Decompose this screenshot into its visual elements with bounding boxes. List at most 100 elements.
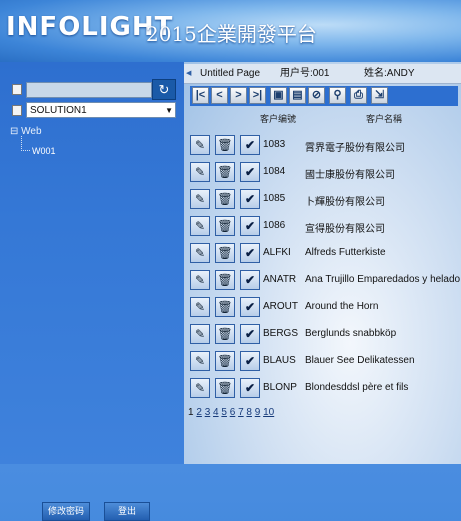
page-link[interactable]: 5 (221, 407, 227, 418)
page-link[interactable]: 3 (205, 407, 211, 418)
main-panel: ◀ Untitled Page 用户号:001 姓名:ANDY |< < > >… (184, 62, 461, 464)
trash-icon[interactable]: 🗑 (215, 378, 235, 398)
customer-id: ALFKI (263, 247, 291, 258)
column-header-name[interactable]: 客户名稱 (366, 112, 402, 125)
collapse-arrow-icon[interactable]: ◀ (186, 64, 191, 83)
cancel-icon[interactable]: ⊘ (308, 87, 325, 104)
edit-pencil-icon[interactable]: ✎ (190, 189, 210, 209)
solution-select[interactable]: SOLUTION1 ▼ (26, 102, 176, 118)
refresh-button[interactable]: ↻ (152, 79, 176, 100)
info-bar: ◀ Untitled Page 用户号:001 姓名:ANDY (184, 64, 461, 84)
edit-pencil-icon[interactable]: ✎ (190, 216, 210, 236)
table-row: ✎ 🗑 ✔ BLAUS Blauer See Delikatessen (190, 350, 452, 373)
refresh-arrow-icon: ↻ (158, 82, 170, 97)
edit-pencil-icon[interactable]: ✎ (190, 162, 210, 182)
solution-value: SOLUTION1 (30, 105, 87, 116)
customer-name: Alfreds Futterkiste (305, 247, 386, 258)
page-link[interactable]: 7 (238, 407, 244, 418)
trash-icon[interactable]: 🗑 (215, 216, 235, 236)
navigator-toolbar: |< < > >| ▣ ▤ ⊘ ⚲ ⎙ ⇲ (190, 86, 458, 106)
pager: 1 2 3 4 5 6 7 8 9 10 (188, 407, 274, 418)
customer-name: Blondesddsl père et fils (305, 382, 409, 393)
customer-id: 1085 (263, 193, 286, 204)
table-row: ✎ 🗑 ✔ BLONP Blondesddsl père et fils (190, 377, 452, 400)
edit-pencil-icon[interactable]: ✎ (190, 135, 210, 155)
calendar-icon (12, 84, 22, 95)
trash-icon[interactable]: 🗑 (215, 189, 235, 209)
sidebar: ↻ SOLUTION1 ▼ ⊟ Web W001 修改密码 登出 (0, 62, 184, 521)
sidebar-input[interactable] (26, 82, 152, 98)
table-row: ✎ 🗑 ✔ 1086 宣得股份有限公司 (190, 215, 452, 238)
change-password-button[interactable]: 修改密码 (42, 502, 90, 521)
last-icon[interactable]: >| (249, 87, 266, 104)
customer-name: Ana Trujillo Emparedados y helados (305, 274, 460, 285)
table-row: ✎ 🗑 ✔ AROUT Around the Horn (190, 296, 452, 319)
customer-name: 卜輝股份有限公司 (305, 197, 385, 208)
edit-pencil-icon[interactable]: ✎ (190, 378, 210, 398)
trash-icon[interactable]: 🗑 (215, 297, 235, 317)
customer-id: AROUT (263, 301, 298, 312)
customer-id: 1086 (263, 220, 286, 231)
customer-id: BERGS (263, 328, 299, 339)
table-row: ✎ 🗑 ✔ BERGS Berglunds snabbköp (190, 323, 452, 346)
checkmark-icon[interactable]: ✔ (240, 243, 260, 263)
tree-node-w001[interactable]: W001 (32, 146, 56, 156)
trash-icon[interactable]: 🗑 (215, 162, 235, 182)
customer-name: 霄界電子股份有限公司 (305, 143, 405, 154)
trash-icon[interactable]: 🗑 (215, 351, 235, 371)
customer-name: Around the Horn (305, 301, 379, 312)
open-icon[interactable]: ▣ (270, 87, 287, 104)
customer-name: Blauer See Delikatessen (305, 355, 415, 366)
table-row: ✎ 🗑 ✔ ALFKI Alfreds Futterkiste (190, 242, 452, 265)
page-link[interactable]: 10 (263, 407, 274, 418)
checkmark-icon[interactable]: ✔ (240, 135, 260, 155)
page-link[interactable]: 4 (213, 407, 219, 418)
customer-id: BLONP (263, 382, 297, 393)
page-link[interactable]: 1 (188, 407, 194, 418)
checkmark-icon[interactable]: ✔ (240, 324, 260, 344)
user-name: 姓名:ANDY (364, 68, 415, 79)
page-link[interactable]: 9 (255, 407, 261, 418)
search-icon[interactable]: ⚲ (329, 87, 346, 104)
checkmark-icon[interactable]: ✔ (240, 216, 260, 236)
customer-id: BLAUS (263, 355, 296, 366)
checkmark-icon[interactable]: ✔ (240, 162, 260, 182)
trash-icon[interactable]: 🗑 (215, 324, 235, 344)
page-name: Untitled Page (200, 68, 261, 79)
customer-id: 1083 (263, 139, 286, 150)
page-link[interactable]: 8 (246, 407, 252, 418)
next-icon[interactable]: > (230, 87, 247, 104)
edit-pencil-icon[interactable]: ✎ (190, 324, 210, 344)
export-icon[interactable]: ⇲ (371, 87, 388, 104)
header-banner: INFOLIGHT 2015企業開發平台 (0, 0, 461, 62)
edit-pencil-icon[interactable]: ✎ (190, 243, 210, 263)
page-link[interactable]: 6 (230, 407, 236, 418)
trash-icon[interactable]: 🗑 (215, 135, 235, 155)
user-id: 用户号:001 (280, 68, 330, 79)
customer-name: 國士康股份有限公司 (305, 170, 395, 181)
trash-icon[interactable]: 🗑 (215, 243, 235, 263)
edit-pencil-icon[interactable]: ✎ (190, 297, 210, 317)
checkmark-icon[interactable]: ✔ (240, 351, 260, 371)
checkmark-icon[interactable]: ✔ (240, 270, 260, 290)
customer-name: 宣得股份有限公司 (305, 224, 385, 235)
customer-id: 1084 (263, 166, 286, 177)
first-icon[interactable]: |< (192, 87, 209, 104)
app-title: 2015企業開發平台 (146, 22, 317, 46)
logout-button[interactable]: 登出 (104, 502, 150, 521)
column-header-id[interactable]: 客户编號 (260, 112, 296, 125)
customer-name: Berglunds snabbköp (305, 328, 397, 339)
trash-icon[interactable]: 🗑 (215, 270, 235, 290)
checkmark-icon[interactable]: ✔ (240, 297, 260, 317)
chevron-down-icon: ▼ (165, 106, 173, 115)
prev-icon[interactable]: < (211, 87, 228, 104)
tree-connector (21, 136, 30, 151)
save-icon[interactable]: ▤ (289, 87, 306, 104)
checkmark-icon[interactable]: ✔ (240, 378, 260, 398)
edit-pencil-icon[interactable]: ✎ (190, 351, 210, 371)
edit-pencil-icon[interactable]: ✎ (190, 270, 210, 290)
checkmark-icon[interactable]: ✔ (240, 189, 260, 209)
print-icon[interactable]: ⎙ (350, 87, 367, 104)
page-link[interactable]: 2 (196, 407, 202, 418)
document-icon (12, 105, 22, 116)
